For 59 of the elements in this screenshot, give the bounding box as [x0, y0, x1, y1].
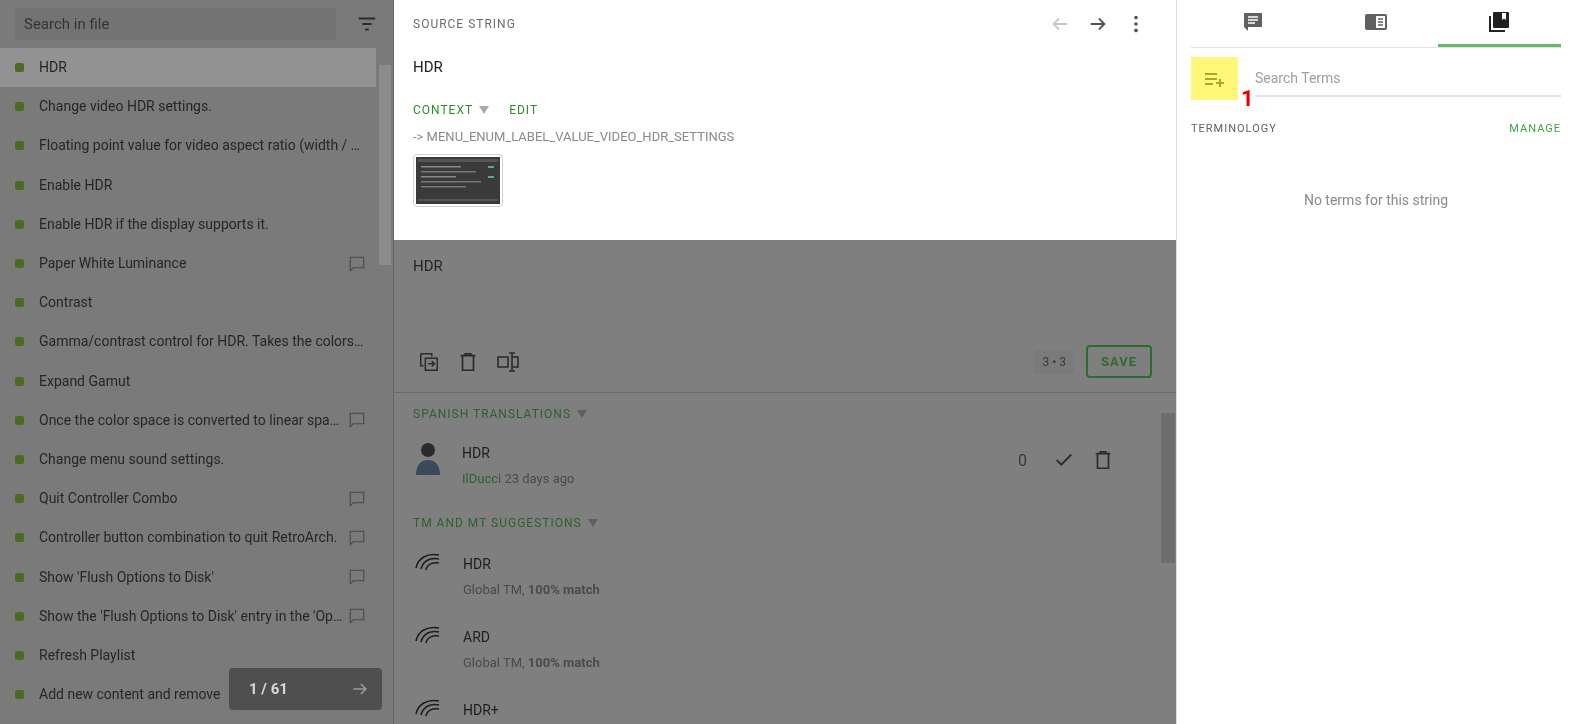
comment-icon	[348, 528, 366, 547]
string-text: Controller button combination to quit RetroArch.	[39, 528, 338, 548]
edit-link[interactable]: EDIT	[509, 100, 539, 119]
caret-icon	[577, 410, 588, 418]
author-link[interactable]: IlDucci	[462, 471, 502, 486]
section-title[interactable]: SPANISH TRANSLATIONS	[413, 405, 572, 423]
string-text: Floating point value for video aspect ratio (width / …	[39, 136, 361, 156]
string-text: Refresh Playlist	[39, 645, 136, 665]
caret-icon	[587, 518, 598, 527]
string-text: Quit Controller Combo	[39, 489, 178, 509]
suggestion-text: HDR	[463, 554, 492, 574]
string-text: Gamma/contrast control for HDR. Takes the colors…	[39, 332, 364, 352]
string-text: Contrast	[39, 293, 93, 313]
string-text: Change video HDR settings.	[39, 97, 212, 117]
comment-icon	[348, 489, 366, 508]
avatar	[413, 441, 443, 475]
string-text: Show 'Flush Options to Disk'	[39, 567, 214, 587]
comment-icon	[348, 411, 366, 430]
section-title: SOURCE STRING	[413, 16, 517, 33]
section-title: TERMINOLOGY	[1191, 121, 1278, 137]
suggestion-text: ARD	[463, 627, 491, 647]
comment-icon	[348, 607, 366, 626]
string-text: Enable HDR if the display supports it.	[39, 214, 269, 234]
caret-icon	[479, 105, 490, 114]
text-cursor-icon[interactable]	[496, 350, 520, 373]
add-term-button[interactable]	[1191, 57, 1238, 100]
section-title[interactable]: TM AND MT SUGGESTIONS	[413, 513, 582, 532]
search-terms-field[interactable]: Search Terms	[1255, 60, 1561, 97]
context-toggle[interactable]: CONTEXT	[413, 100, 474, 119]
translation-field[interactable]: HDR	[413, 254, 1157, 278]
string-text: Show the 'Flush Options to Disk' entry in the 'Op…	[39, 606, 343, 626]
string-text: Change menu sound settings.	[39, 449, 225, 469]
string-text: Paper White Luminance	[39, 254, 187, 274]
char-counter: 3 • 3	[1034, 349, 1074, 374]
suggestion-text: HDR+	[463, 700, 499, 720]
playlist-add-icon	[1203, 70, 1226, 87]
pager-toast[interactable]: 1 / 61	[229, 668, 382, 710]
page-counter: 1 / 61	[249, 678, 288, 700]
search-field[interactable]: Search in file	[15, 8, 337, 40]
swoosh-icon	[413, 551, 441, 572]
string-row[interactable]: HDR	[0, 48, 376, 88]
string-text: Enable HDR	[39, 175, 113, 195]
translation-text: HDR	[462, 444, 491, 463]
comment-icon	[348, 568, 366, 587]
string-text: Once the color space is converted to linear spa…	[39, 410, 340, 430]
string-text: HDR	[39, 58, 67, 78]
string-text: Expand Gamut	[39, 371, 131, 391]
annotation-number: 1	[1241, 88, 1254, 110]
copy-source-icon[interactable]	[418, 350, 440, 373]
library-icon	[1487, 10, 1512, 34]
swoosh-icon	[413, 697, 441, 718]
swoosh-icon	[413, 624, 441, 645]
empty-message: No terms for this string	[1302, 190, 1450, 210]
manage-link[interactable]: MANAGE	[1509, 121, 1561, 138]
string-text: Add new content and remove	[39, 685, 221, 705]
source-text: HDR	[413, 57, 444, 78]
comment-icon	[348, 254, 366, 273]
vote-count: 0	[1018, 450, 1027, 472]
context-text: -> MENU_ENUM_LABEL_VALUE_VIDEO_HDR_SETTINGS	[413, 127, 736, 146]
